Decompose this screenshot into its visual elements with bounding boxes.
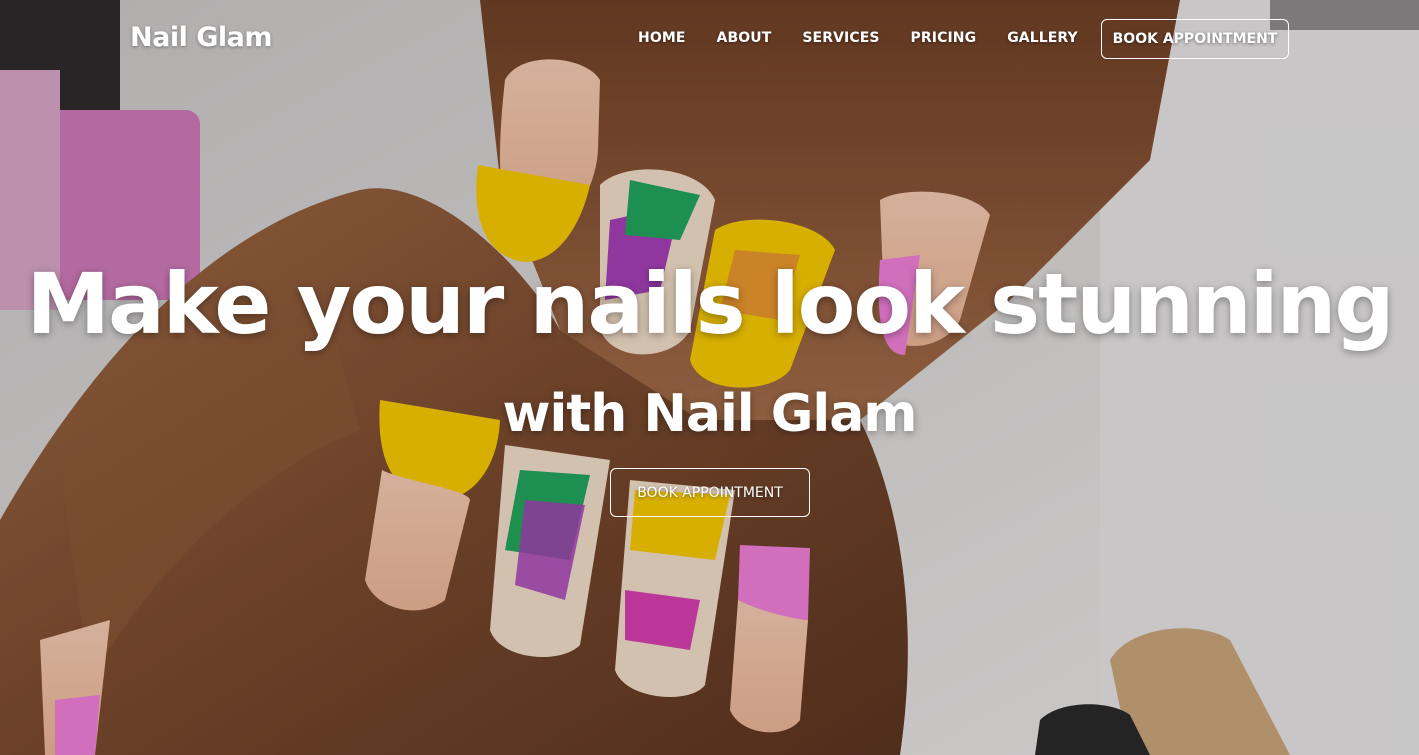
- main-menu: HOME ABOUT SERVICES PRICING GALLERY: [638, 30, 1109, 46]
- nav-link-gallery[interactable]: GALLERY: [1007, 30, 1078, 46]
- brand-logo[interactable]: Nail Glam: [130, 22, 273, 53]
- nav-link-services[interactable]: SERVICES: [802, 30, 879, 46]
- nav-link-home[interactable]: HOME: [638, 30, 686, 46]
- nav-link-pricing[interactable]: PRICING: [911, 30, 977, 46]
- hero-book-appointment-button[interactable]: BOOK APPOINTMENT: [610, 468, 810, 517]
- hero-subtitle: with Nail Glam: [502, 384, 918, 444]
- top-navigation: Nail Glam HOME ABOUT SERVICES PRICING GA…: [0, 0, 1419, 80]
- nav-link-about[interactable]: ABOUT: [717, 30, 772, 46]
- hero-title: Make your nails look stunning: [26, 255, 1395, 353]
- hero-overlay: [0, 0, 1419, 755]
- nav-book-appointment-button[interactable]: BOOK APPOINTMENT: [1101, 19, 1289, 59]
